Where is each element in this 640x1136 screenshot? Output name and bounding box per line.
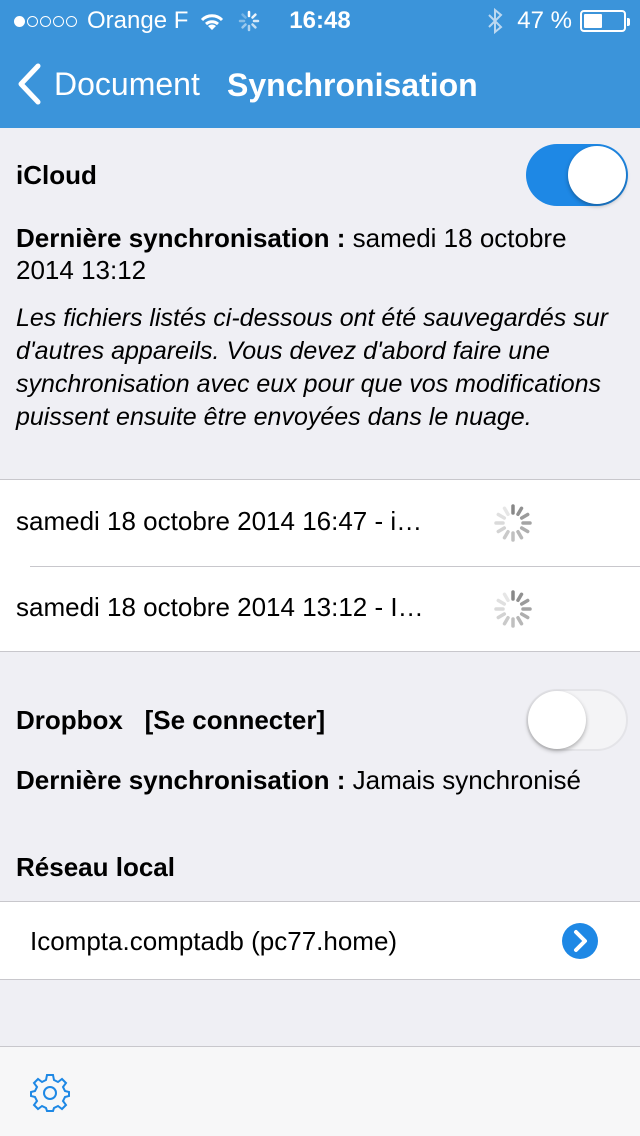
icloud-title: iCloud [16,160,97,190]
icloud-note: Les fichiers listés ci-dessous ont été s… [16,304,608,431]
local-file-label: Icompta.comptadb (pc77.home) [30,926,398,956]
dropbox-connect-link[interactable]: [Se connecter] [145,705,326,735]
list-item[interactable]: samedi 18 octobre 2014 16:47 - i… [0,480,640,566]
local-network-title: Réseau local [16,852,175,882]
dropbox-header: Dropbox [Se connecter] [16,705,325,736]
dropbox-title: Dropbox [16,705,123,735]
icloud-last-sync-label: Dernière synchronisation : [16,223,346,253]
dropbox-last-sync-label: Dernière synchronisation : [16,765,346,795]
loading-spinner-icon [494,504,532,542]
file-label: samedi 18 octobre 2014 13:12 - I… [16,592,424,622]
status-right: 47 % [487,7,630,35]
chevron-right-icon [574,930,587,952]
icloud-last-sync: Dernière synchronisation : samedi 18 oct… [16,222,626,286]
bluetooth-icon [488,8,503,34]
list-item[interactable]: Icompta.comptadb (pc77.home) [0,902,640,981]
dropbox-last-sync-value: Jamais synchronisé [345,765,581,795]
detail-disclosure-button[interactable] [562,923,598,959]
status-bar: Orange F 16:48 47 % [0,0,640,40]
battery-icon [580,10,630,32]
icloud-file-list: samedi 18 octobre 2014 16:47 - i… samedi… [0,479,640,652]
dropbox-last-sync: Dernière synchronisation : Jamais synchr… [16,764,626,796]
toggle-knob [568,146,626,204]
icloud-toggle[interactable] [526,144,628,206]
dropbox-toggle[interactable] [526,689,628,751]
page-title: Synchronisation [227,67,478,103]
loading-spinner-icon [494,590,532,628]
back-button[interactable]: Document [16,62,200,106]
chevron-left-icon [18,63,41,105]
bottom-toolbar [0,1046,640,1136]
list-item[interactable]: samedi 18 octobre 2014 13:12 - I… [0,566,640,652]
back-button-label: Document [54,65,200,102]
header-bar: Orange F 16:48 47 % Document Synchronisa… [0,0,640,128]
gear-icon[interactable] [30,1072,70,1112]
navigation-bar: Document Synchronisation [0,40,640,128]
battery-percent: 47 % [517,7,572,34]
toggle-knob [528,691,586,749]
file-label: samedi 18 octobre 2014 16:47 - i… [16,506,423,536]
local-network-list: Icompta.comptadb (pc77.home) [0,901,640,980]
